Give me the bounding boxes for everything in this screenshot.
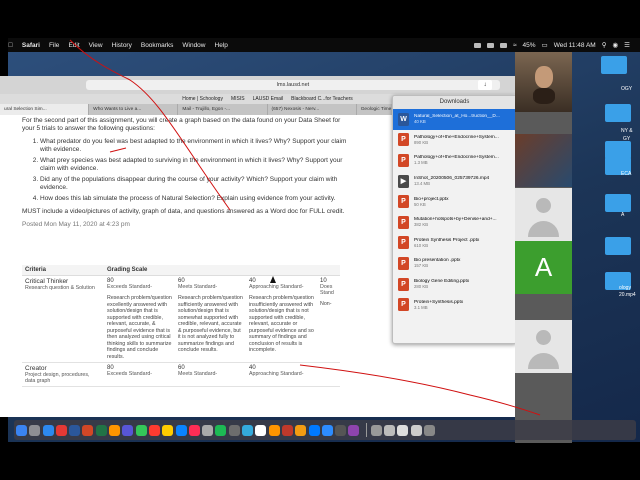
chrome-icon[interactable]	[55, 424, 67, 436]
app-icon[interactable]	[308, 424, 320, 436]
app-icon[interactable]	[348, 424, 360, 436]
launchpad-icon[interactable]	[29, 424, 41, 436]
calendar-icon[interactable]	[148, 424, 160, 436]
notes-icon[interactable]	[162, 424, 174, 436]
minimized-window-icon[interactable]	[410, 424, 422, 436]
app-icon[interactable]	[295, 424, 307, 436]
annotation-stroke	[299, 364, 541, 416]
app-icon[interactable]	[281, 424, 293, 436]
app-icon[interactable]	[228, 424, 240, 436]
app-icon[interactable]	[255, 424, 267, 436]
messages-icon[interactable]	[135, 424, 147, 436]
app-icon[interactable]	[242, 424, 254, 436]
finder-icon[interactable]	[16, 424, 27, 436]
downloads-folder-icon[interactable]	[370, 424, 382, 436]
app-icon[interactable]	[109, 424, 121, 436]
spotify-icon[interactable]	[215, 424, 227, 436]
powerpoint-icon[interactable]	[82, 424, 94, 436]
annotation-stroke	[109, 147, 127, 153]
dock-divider	[365, 423, 367, 437]
word-icon[interactable]	[69, 424, 81, 436]
dock	[14, 420, 636, 440]
excel-icon[interactable]	[95, 424, 107, 436]
app-store-icon[interactable]	[175, 424, 187, 436]
trash-icon[interactable]	[423, 424, 435, 436]
app-icon[interactable]	[122, 424, 134, 436]
zoom-icon[interactable]	[321, 424, 333, 436]
minimized-window-icon[interactable]	[397, 424, 409, 436]
app-icon[interactable]	[268, 424, 280, 436]
settings-icon[interactable]	[202, 424, 214, 436]
music-icon[interactable]	[188, 424, 200, 436]
safari-icon[interactable]	[42, 424, 54, 436]
mouse-cursor	[270, 276, 276, 283]
minimized-window-icon[interactable]	[384, 424, 396, 436]
annotation-overlay	[69, 39, 541, 416]
annotation-stroke	[69, 39, 231, 211]
app-icon[interactable]	[335, 424, 347, 436]
